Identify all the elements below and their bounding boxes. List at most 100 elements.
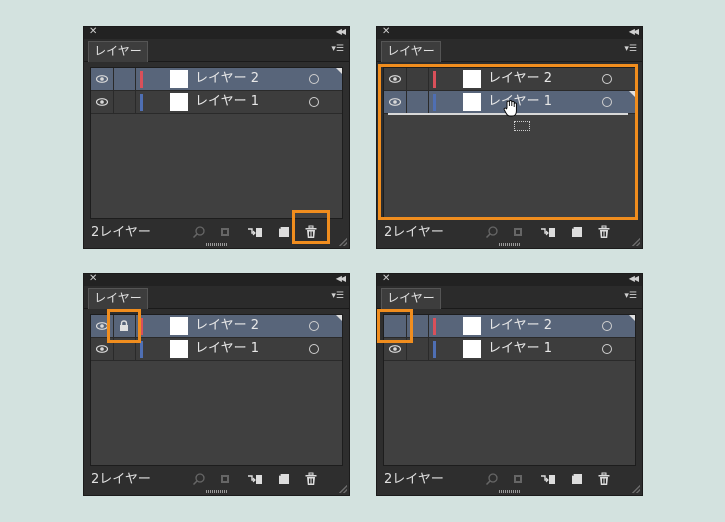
layer-name[interactable]: レイヤー 2 [195, 315, 259, 337]
resize-grip-bottom[interactable] [499, 243, 521, 246]
resize-handle[interactable] [632, 238, 640, 246]
layer-row-2[interactable]: レイヤー 2 [384, 315, 635, 338]
clipping-mask-icon[interactable] [218, 225, 232, 239]
layer-color-bar [433, 318, 436, 335]
panel-menu-icon[interactable]: ▾☰ [624, 44, 637, 54]
target-icon[interactable] [602, 321, 612, 331]
search-icon[interactable] [192, 472, 206, 486]
new-sublayer-icon[interactable] [540, 472, 555, 486]
new-layer-icon[interactable] [570, 225, 584, 239]
target-icon[interactable] [602, 344, 612, 354]
visibility-toggle[interactable] [384, 68, 407, 90]
layer-row-1[interactable]: レイヤー 1 [384, 338, 635, 361]
target-icon[interactable] [309, 97, 319, 107]
target-icon[interactable] [309, 321, 319, 331]
resize-handle[interactable] [339, 238, 347, 246]
clipping-mask-icon[interactable] [218, 472, 232, 486]
layer-name[interactable]: レイヤー 2 [488, 68, 552, 90]
close-icon[interactable]: ✕ [382, 273, 390, 285]
search-icon[interactable] [485, 472, 499, 486]
visibility-toggle[interactable] [91, 315, 114, 337]
tab-row: レイヤー ▾☰ [84, 39, 349, 62]
search-icon[interactable] [192, 225, 206, 239]
layer-name[interactable]: レイヤー 2 [195, 68, 259, 90]
collapse-icon[interactable]: ◀◀ [629, 273, 639, 285]
search-icon[interactable] [485, 225, 499, 239]
tab-layers[interactable]: レイヤー [381, 41, 441, 62]
lock-toggle[interactable] [113, 68, 136, 90]
clipping-mask-icon[interactable] [511, 472, 525, 486]
layer-name[interactable]: レイヤー 1 [195, 338, 259, 360]
layer-row-2[interactable]: レイヤー 2 [384, 68, 635, 91]
lock-toggle[interactable] [113, 315, 136, 337]
panel-menu-icon[interactable]: ▾☰ [331, 44, 344, 54]
resize-grip-bottom[interactable] [206, 243, 228, 246]
tab-layers[interactable]: レイヤー [88, 288, 148, 309]
layer-thumbnail [170, 340, 188, 358]
target-icon[interactable] [602, 74, 612, 84]
resize-handle[interactable] [339, 485, 347, 493]
layer-thumbnail [463, 93, 481, 111]
resize-grip-bottom[interactable] [499, 490, 521, 493]
close-icon[interactable]: ✕ [89, 273, 97, 285]
trash-icon[interactable] [597, 225, 611, 239]
resize-handle[interactable] [632, 485, 640, 493]
new-layer-icon[interactable] [570, 472, 584, 486]
layer-color-bar [433, 94, 436, 111]
new-sublayer-icon[interactable] [540, 225, 555, 239]
lock-toggle[interactable] [406, 338, 429, 360]
lock-toggle[interactable] [113, 338, 136, 360]
panel-menu-icon[interactable]: ▾☰ [624, 291, 637, 301]
collapse-icon[interactable]: ◀◀ [629, 26, 639, 38]
new-sublayer-icon[interactable] [247, 472, 262, 486]
lock-toggle[interactable] [406, 91, 429, 113]
visibility-toggle[interactable] [91, 91, 114, 113]
layer-thumbnail [463, 70, 481, 88]
layer-row-1[interactable]: レイヤー 1 [91, 91, 342, 114]
clipping-mask-icon[interactable] [511, 225, 525, 239]
target-icon[interactable] [309, 74, 319, 84]
layer-name[interactable]: レイヤー 1 [488, 91, 552, 113]
new-layer-icon[interactable] [277, 225, 291, 239]
layer-thumbnail [463, 340, 481, 358]
visibility-toggle[interactable] [91, 338, 114, 360]
lock-toggle[interactable] [113, 91, 136, 113]
target-icon[interactable] [602, 97, 612, 107]
panel-footer: 2レイヤー [84, 218, 349, 248]
close-icon[interactable]: ✕ [382, 26, 390, 38]
selection-indicator [336, 68, 342, 74]
layer-name[interactable]: レイヤー 1 [488, 338, 552, 360]
layer-row-2[interactable]: レイヤー 2 [91, 68, 342, 91]
collapse-icon[interactable]: ◀◀ [336, 273, 346, 285]
layer-count: 2レイヤー [384, 472, 444, 487]
layer-color-bar [140, 94, 143, 111]
tab-layers[interactable]: レイヤー [88, 41, 148, 62]
close-icon[interactable]: ✕ [89, 26, 97, 38]
visibility-toggle[interactable] [91, 68, 114, 90]
trash-icon[interactable] [304, 225, 318, 239]
panel-menu-icon[interactable]: ▾☰ [331, 291, 344, 301]
resize-grip-bottom[interactable] [206, 490, 228, 493]
visibility-toggle[interactable] [384, 91, 407, 113]
layer-name[interactable]: レイヤー 1 [195, 91, 259, 113]
panel-titlebar: ✕ ◀◀ [377, 26, 642, 39]
layer-row-1[interactable]: レイヤー 1 [91, 338, 342, 361]
layer-row-2[interactable]: レイヤー 2 [91, 315, 342, 338]
layer-color-bar [140, 341, 143, 358]
tab-layers[interactable]: レイヤー [381, 288, 441, 309]
new-layer-icon[interactable] [277, 472, 291, 486]
tab-row: レイヤー ▾☰ [377, 286, 642, 309]
trash-icon[interactable] [597, 472, 611, 486]
trash-icon[interactable] [304, 472, 318, 486]
new-sublayer-icon[interactable] [247, 225, 262, 239]
panel-footer: 2レイヤー [377, 465, 642, 495]
collapse-icon[interactable]: ◀◀ [336, 26, 346, 38]
lock-toggle[interactable] [406, 315, 429, 337]
lock-toggle[interactable] [406, 68, 429, 90]
visibility-toggle[interactable] [384, 315, 407, 337]
layer-name[interactable]: レイヤー 2 [488, 315, 552, 337]
target-icon[interactable] [309, 344, 319, 354]
visibility-toggle[interactable] [384, 338, 407, 360]
layers-panel-top-left: ✕ ◀◀ レイヤー ▾☰ レイヤー 2 レイヤー 1 2レイヤー [83, 26, 350, 249]
panel-footer: 2レイヤー [84, 465, 349, 495]
